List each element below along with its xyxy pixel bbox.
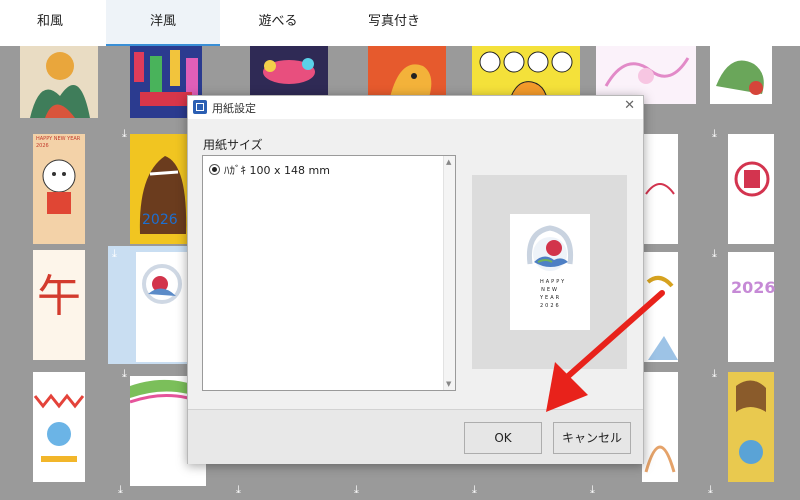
preview-greeting: HAPPY NEW YEAR 2026 [540,279,567,309]
thumbnail-art [716,60,764,95]
template-cell[interactable] [708,46,800,124]
thumbnail-art [736,380,766,464]
template-thumbnail [728,372,774,482]
template-cell[interactable]: HAPPY NEW YEAR 2026 [0,126,118,244]
paper-size-label: 用紙サイズ [203,138,263,152]
thumbnail-art [42,159,76,214]
thumbnail-art [33,393,85,462]
download-icon[interactable]: ⤓ [122,368,127,379]
template-thumbnail [20,46,98,118]
template-cell[interactable] [0,366,118,484]
thumbnail-art [646,275,678,360]
download-icon[interactable]: ⤓ [590,484,595,495]
template-cell[interactable] [0,46,118,124]
paper-preview-area: HAPPY NEW YEAR 2026 [472,175,627,369]
scroll-up-icon[interactable]: ▲ [446,158,451,166]
download-icon[interactable]: ⤓ [712,248,717,259]
tab-label: 洋風 [149,14,176,29]
tab-shashin[interactable]: 写真付き [336,0,452,46]
download-icon[interactable]: ⤓ [118,484,123,495]
preview-art [526,225,574,271]
template-thumbnail: HAPPY NEW YEAR 2026 [33,134,85,244]
template-thumbnail [33,372,85,482]
tab-wafu[interactable]: 和風 [0,0,100,46]
tab-label: 和風 [36,14,63,29]
download-icon[interactable]: ⤓ [712,128,717,139]
dialog-button-bar: OK キャンセル [188,409,643,464]
card-year: 2026 [36,143,49,149]
template-thumbnail [642,252,678,362]
download-icon[interactable]: ⤓ [354,484,359,495]
thumbnail-art [644,445,676,473]
template-cell[interactable]: ⤓ 2026 [708,246,800,364]
preview-card: HAPPY NEW YEAR 2026 [510,214,590,330]
download-icon[interactable]: ⤓ [122,128,127,139]
dialog-title-bar[interactable]: 用紙設定 ✕ [188,96,643,119]
category-tab-bar: 和風 洋風 遊べる 写真付き [0,0,800,46]
list-scrollbar[interactable]: ▲ ▼ [443,156,455,390]
card-year: 2026 [731,278,776,297]
card-text: HAPPY NEW YEAR [36,136,81,142]
tab-label: 遊べる [258,14,298,29]
thumbnail-art [142,264,182,304]
close-icon[interactable]: ✕ [624,98,635,113]
template-thumbnail [728,134,774,244]
radio-selected-icon[interactable] [209,164,220,175]
paper-settings-dialog: 用紙設定 ✕ 用紙サイズ ﾊｶﾞｷ 100 x 148 mm ▲ ▼ HAPPY… [187,95,644,464]
template-thumbnail: 午 [33,250,85,360]
scroll-down-icon[interactable]: ▼ [446,380,451,388]
thumbnail-art [30,52,90,118]
ok-button[interactable]: OK [464,422,542,454]
tab-label: 写真付き [367,14,420,29]
template-cell[interactable]: ⤓ [708,126,800,244]
thumbnail-art [645,183,675,195]
template-thumbnail [642,134,678,244]
template-cell[interactable]: ⤓ [708,366,800,484]
paper-size-option[interactable]: ﾊｶﾞｷ 100 x 148 mm [209,162,330,178]
paper-size-list[interactable]: ﾊｶﾞｷ 100 x 148 mm ▲ ▼ [202,155,456,391]
download-icon[interactable]: ⤓ [708,484,713,495]
template-thumbnail: 2026 [728,252,776,362]
template-thumbnail [136,252,188,362]
download-icon[interactable]: ⤓ [236,484,241,495]
template-thumbnail [710,46,772,104]
thumbnail-art [734,161,770,197]
download-icon[interactable]: ⤓ [112,248,117,259]
download-icon[interactable]: ⤓ [712,368,717,379]
download-icon[interactable]: ⤓ [472,484,477,495]
paper-size-option-label: ﾊｶﾞｷ 100 x 148 mm [224,164,330,177]
tab-asoberu[interactable]: 遊べる [224,0,332,46]
svg-text:2026: 2026 [142,212,178,228]
dialog-title: 用紙設定 [212,102,256,115]
card-kanji: 午 [37,271,81,322]
app-icon [193,100,207,114]
template-thumbnail [642,372,678,482]
cancel-button[interactable]: キャンセル [553,422,631,454]
template-cell-selected[interactable]: ⤓ [108,246,188,364]
template-cell[interactable]: 午 [0,246,118,364]
tab-yofu[interactable]: 洋風 [106,0,220,46]
